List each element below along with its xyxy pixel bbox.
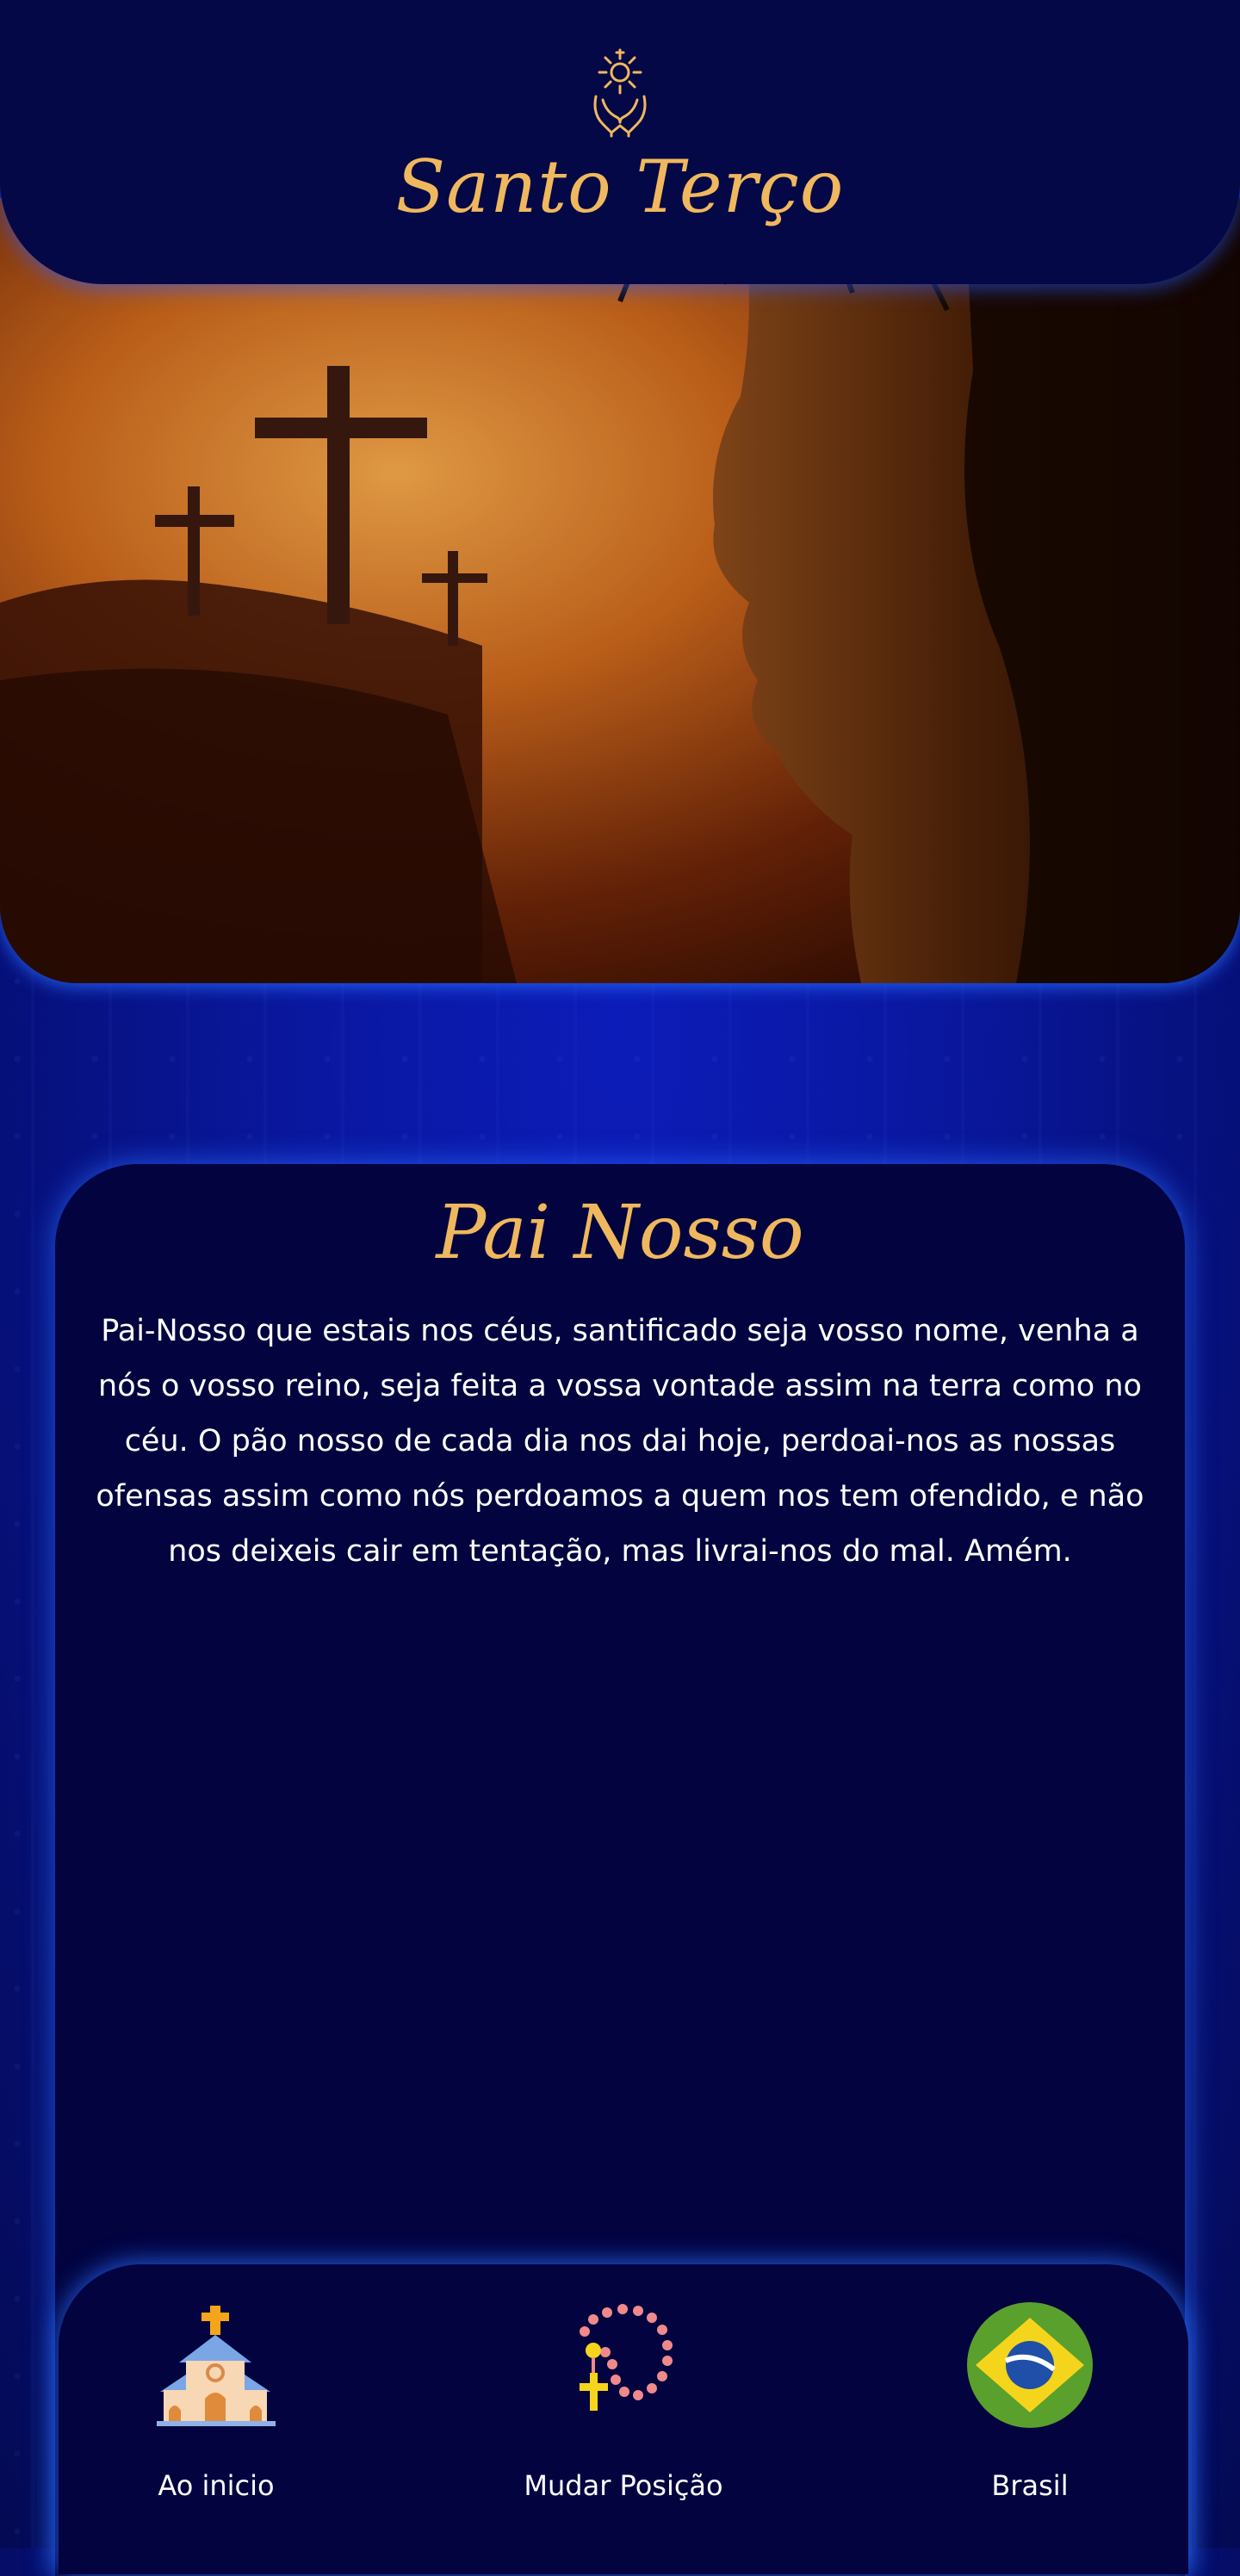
praying-hands-monstrance-icon — [593, 48, 647, 138]
nav-label-brasil: Brasil — [991, 2469, 1069, 2502]
hero-image — [0, 198, 1240, 983]
nav-item-change-position[interactable]: Mudar Posição — [481, 2300, 766, 2502]
crucifixion-hero-image — [0, 198, 1240, 983]
nav-item-brasil[interactable]: Brasil — [888, 2300, 1172, 2502]
app-title: Santo Terço — [395, 145, 845, 229]
nav-label-home: Ao inicio — [158, 2469, 275, 2502]
prayer-title: Pai Nosso — [436, 1190, 804, 1276]
church-icon — [157, 2306, 276, 2426]
app-header: Santo Terço — [0, 0, 1240, 284]
rosary-icon — [580, 2304, 673, 2411]
nav-item-home[interactable]: Ao inicio — [74, 2300, 358, 2502]
bottom-navigation: Ao inicio Mudar Posição Brasil — [59, 2264, 1188, 2574]
brazil-flag-icon — [967, 2302, 1093, 2428]
nav-label-change-position: Mudar Posição — [524, 2469, 723, 2502]
prayer-text: Pai-Nosso que estais nos céus, santifica… — [96, 1314, 1144, 1569]
